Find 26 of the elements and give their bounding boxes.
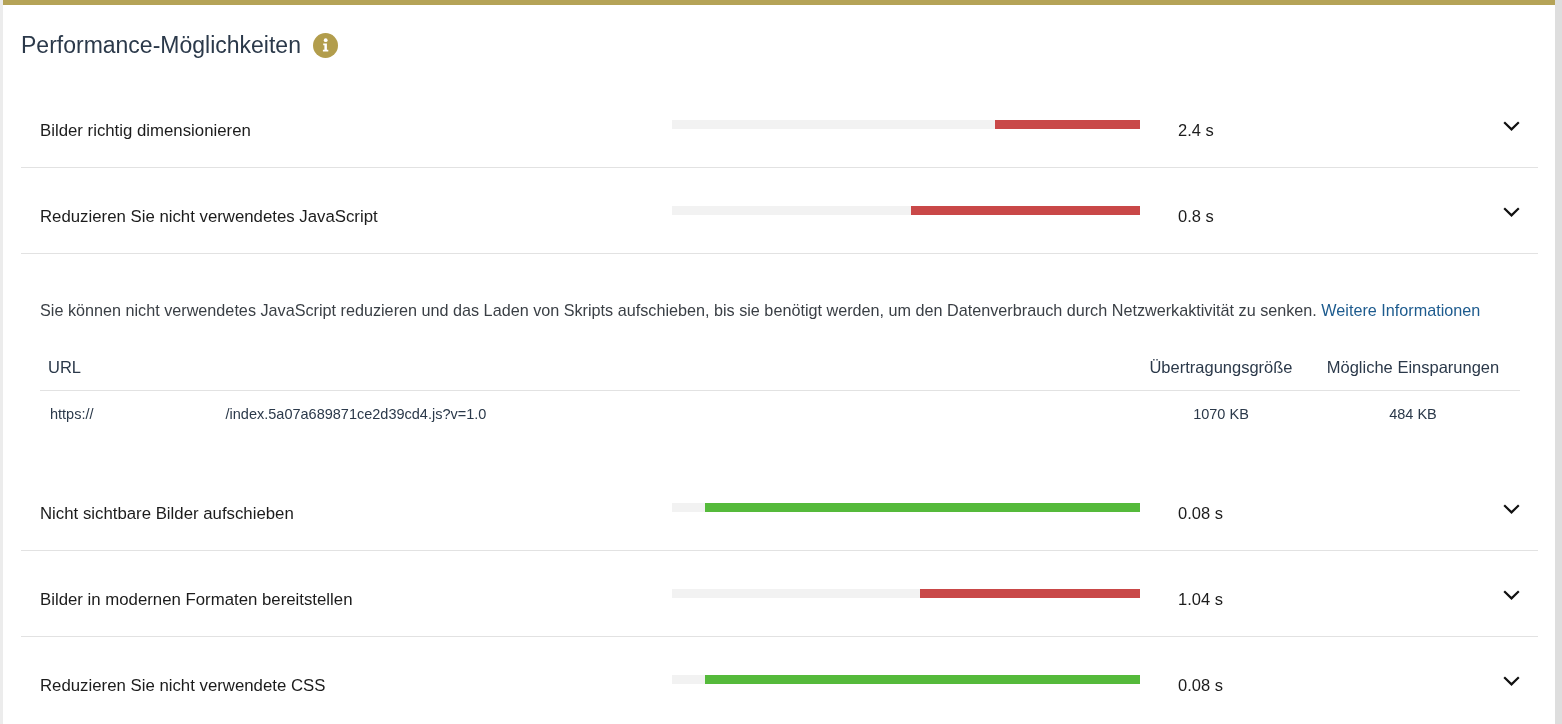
column-header: Mögliche Einsparungen — [1325, 358, 1501, 377]
chevron-down-icon[interactable] — [1503, 206, 1520, 217]
audit-title[interactable]: Bilder in modernen Formaten bereitstellen — [40, 577, 672, 610]
savings-time: 1.04 s — [1177, 589, 1224, 609]
column-header: URL — [47, 358, 82, 377]
info-icon[interactable] — [312, 32, 338, 58]
url-scheme: https:// — [50, 406, 94, 422]
table-cell-text: 484 KB — [1388, 406, 1438, 422]
chevron-down-icon[interactable] — [1503, 589, 1520, 600]
chevron-down-icon[interactable] — [1503, 675, 1520, 686]
audit-title[interactable]: Reduzieren Sie nicht verwendete CSS — [40, 663, 672, 696]
audit-title[interactable]: Reduzieren Sie nicht verwendetes JavaScript — [40, 194, 672, 227]
url-path: /index.5a07a689871ce2d39cd4.js?v=1.0 — [225, 406, 487, 422]
savings-time: 0.08 s — [1177, 503, 1224, 523]
savings-time: 0.8 s — [1177, 206, 1215, 226]
section-title: Performance-Möglichkeiten — [21, 31, 301, 59]
audit-title[interactable]: Bilder richtig dimensionieren — [40, 108, 672, 141]
table-cell-text: 1070 KB — [1192, 406, 1250, 422]
learn-more-link[interactable]: Weitere Informationen — [1321, 301, 1481, 319]
savings-time: 2.4 s — [1177, 120, 1215, 140]
savings-time: 0.08 s — [1177, 675, 1224, 695]
chevron-down-icon[interactable] — [1503, 503, 1520, 514]
audit-title[interactable]: Nicht sichtbare Bilder aufschieben — [40, 491, 672, 524]
chevron-down-icon[interactable] — [1503, 120, 1520, 131]
audit-description: Sie können nicht verwendetes JavaScript reduzieren und das Laden von Skripts aufschieben, bis sie benötigt werden, um den Datenverbrauch durch Netzwerkaktivität zu senken. Weitere Informationen — [40, 300, 1482, 321]
column-header: Übertragungsgröße — [1148, 358, 1294, 377]
